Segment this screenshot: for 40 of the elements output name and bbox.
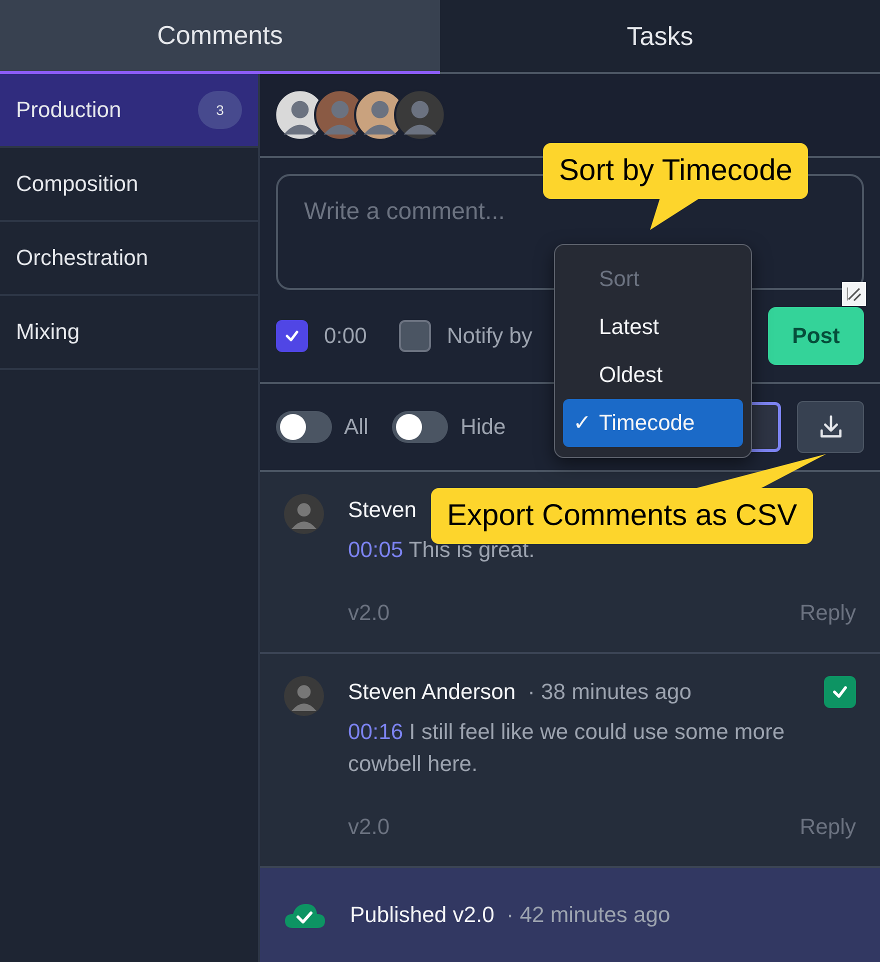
timecode-checkbox[interactable] [276, 320, 308, 352]
sidebar-item[interactable]: Composition [0, 148, 258, 222]
toggle-label: Hide [460, 414, 506, 440]
menu-item[interactable]: ✓ Timecode [563, 399, 743, 447]
version-label: v2.0 [348, 814, 390, 840]
timecode-label: 0:00 [324, 323, 367, 349]
sidebar-item[interactable]: Mixing [0, 296, 258, 370]
timecode-link[interactable]: 00:16 [348, 719, 404, 744]
toggle-label: All [344, 414, 368, 440]
sidebar-item[interactable]: Production 3 [0, 74, 258, 148]
menu-item[interactable]: Latest [563, 303, 743, 351]
menu-heading: Sort [598, 265, 640, 293]
cloud-check-icon [284, 901, 326, 929]
avatar-icon [284, 676, 324, 716]
tab[interactable]: Comments [0, 0, 440, 74]
avatar-icon [284, 494, 324, 534]
comment-text: 00:16 I still feel like we could use some more cowbell here. [348, 718, 786, 778]
author-name: Steven Anderson [348, 679, 516, 705]
version-label: v2.0 [348, 600, 390, 626]
sidebar-item-label: Production [16, 97, 122, 123]
sidebar-item-label: Composition [16, 171, 138, 197]
export-button[interactable] [797, 401, 864, 453]
sidebar-item-label: Mixing [16, 319, 80, 345]
count-badge: 3 [198, 91, 242, 129]
toggle-switch[interactable] [392, 411, 448, 443]
sidebar-item-label: Orchestration [16, 245, 148, 271]
post-button[interactable]: Post [768, 307, 864, 365]
resize-handle-icon[interactable] [842, 282, 866, 306]
sidebar-item[interactable]: Orchestration [0, 222, 258, 296]
avatar-icon [394, 89, 446, 141]
comment-time: · 38 minutes ago [528, 679, 692, 705]
notify-label: Notify by [446, 323, 532, 349]
notify-checkbox[interactable] [398, 320, 431, 352]
activity-text: Published v2.0 [350, 902, 494, 928]
timecode-link[interactable]: 00:05 [348, 537, 404, 562]
toggle-switch[interactable] [276, 411, 332, 443]
menu-item[interactable]: Oldest [563, 351, 743, 399]
resolved-checkbox[interactable] [824, 676, 856, 708]
activity-time: · 42 minutes ago [506, 902, 670, 928]
author-name: Steven [348, 497, 416, 523]
